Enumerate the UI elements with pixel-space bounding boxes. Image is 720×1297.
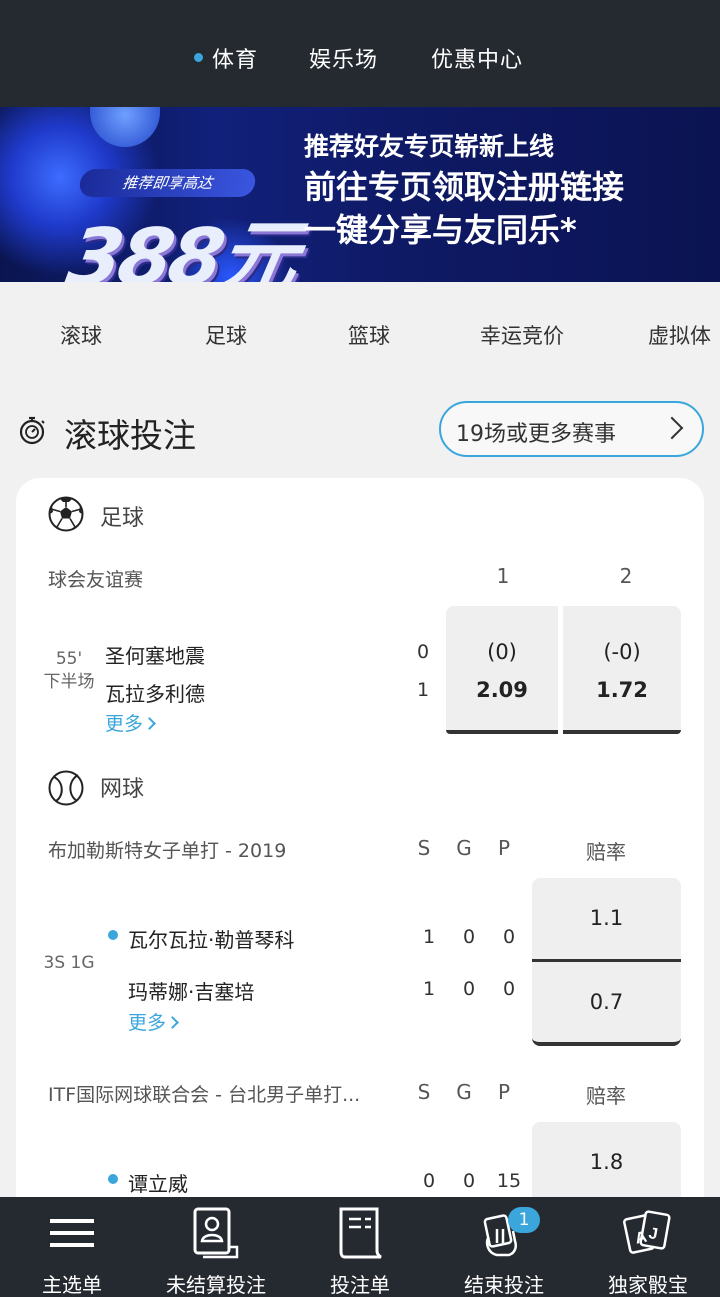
away-team: 瓦拉多利德 <box>105 682 205 706</box>
nav-betslip[interactable]: 投注单 <box>288 1197 432 1297</box>
tab-casino[interactable]: 娱乐场 <box>309 42 378 74</box>
active-dot-icon <box>194 53 203 62</box>
p1-sets: 0 <box>422 1170 436 1192</box>
odds-button-away[interactable]: (-0) 1.72 <box>563 606 681 734</box>
banner-line-1: 推荐好友专页崭新上线 <box>304 132 555 161</box>
tab-sports[interactable]: 体育 <box>194 42 258 74</box>
chevron-right-icon <box>660 416 684 440</box>
betslip-icon <box>339 1207 382 1259</box>
col-games-header: G <box>456 1080 472 1104</box>
nav-main-menu[interactable]: 主选单 <box>0 1197 144 1297</box>
odds-header: 赔率 <box>586 840 626 864</box>
away-score: 1 <box>416 679 430 701</box>
more-link[interactable]: 更多 <box>105 709 156 736</box>
banner-amount: 388元 <box>60 213 302 282</box>
p2-points: 0 <box>502 978 516 1000</box>
sport-tabs: 滚球 足球 篮球 幸运竞价 虚拟体 <box>0 282 720 382</box>
league-name: 球会友谊赛 <box>48 569 144 591</box>
football-icon <box>48 496 84 532</box>
tennis-ball-icon <box>48 770 84 806</box>
league-name: 布加勒斯特女子单打 - 2019 <box>48 840 287 862</box>
p1-points: 15 <box>496 1170 522 1192</box>
live-section-header: 滚球投注 19场或更多赛事 <box>0 395 720 465</box>
odds-button-player-1[interactable]: 1.1 <box>532 878 681 962</box>
football-header: 足球 <box>100 506 145 531</box>
p1-games: 0 <box>462 1170 476 1192</box>
banner-line-2: 前往专页领取注册链接 <box>304 168 625 206</box>
sport-tab-basketball[interactable]: 篮球 <box>348 320 390 350</box>
odds-header: 赔率 <box>586 1084 626 1108</box>
bottom-nav: 主选单 未结算投注 投注单 1 结束投注 A J 独家骰宝 <box>0 1197 720 1297</box>
match-state: 3S 1G <box>43 953 95 973</box>
p2-games: 0 <box>462 978 476 1000</box>
column-2-header: 2 <box>619 564 633 588</box>
more-events-button[interactable]: 19场或更多赛事 <box>439 401 704 457</box>
top-nav: 体育 娱乐场 优惠中心 <box>0 0 720 107</box>
home-score: 0 <box>416 641 430 663</box>
tennis-header: 网球 <box>100 777 145 802</box>
sport-tab-lucky-bid[interactable]: 幸运竞价 <box>480 320 564 350</box>
col-games-header: G <box>456 836 472 860</box>
column-1-header: 1 <box>496 564 510 588</box>
player-1: 瓦尔瓦拉·勒普琴科 <box>128 928 295 952</box>
cashout-count-badge: 1 <box>508 1207 540 1233</box>
col-points-header: P <box>497 836 511 860</box>
nav-cashout[interactable]: 1 结束投注 <box>432 1197 576 1297</box>
player-1: 谭立威 <box>128 1172 188 1196</box>
odds-button-player-2[interactable]: 0.7 <box>532 962 681 1046</box>
sport-tab-live[interactable]: 滚球 <box>60 320 102 350</box>
p1-games: 0 <box>462 926 476 948</box>
menu-icon <box>50 1219 94 1247</box>
p2-sets: 1 <box>422 978 436 1000</box>
sport-tab-football[interactable]: 足球 <box>205 320 247 350</box>
bet-slip-person-icon <box>193 1207 239 1259</box>
banner-pill: 推荐即享高达 <box>78 169 257 197</box>
sport-tab-virtual[interactable]: 虚拟体 <box>648 320 711 350</box>
tab-promotions[interactable]: 优惠中心 <box>431 42 523 74</box>
nav-exclusive-dice[interactable]: A J 独家骰宝 <box>576 1197 720 1297</box>
cards-icon: A J <box>623 1210 671 1254</box>
serving-indicator <box>108 1174 118 1184</box>
live-betting-title: 滚球投注 <box>64 416 196 455</box>
nav-open-bets[interactable]: 未结算投注 <box>144 1197 288 1297</box>
banner-line-3: 一键分享与友同乐* <box>304 211 577 249</box>
col-sets-header: S <box>417 836 431 860</box>
chevron-right-icon <box>166 1016 179 1029</box>
player-2: 玛蒂娜·吉塞培 <box>128 980 255 1004</box>
p1-points: 0 <box>502 926 516 948</box>
home-team: 圣何塞地震 <box>105 644 205 668</box>
col-sets-header: S <box>417 1080 431 1104</box>
live-events-card: 足球 球会友谊赛 1 2 55' 下半场 圣何塞地震 瓦拉多利德 0 1 更多 … <box>16 478 704 1242</box>
serving-indicator <box>108 930 118 940</box>
match-time: 55' 下半场 <box>43 649 95 692</box>
stopwatch-icon <box>19 416 45 445</box>
promo-banner[interactable]: 推荐即享高达 388元 推荐好友专页崭新上线 前往专页领取注册链接 一键分享与友… <box>0 107 720 282</box>
league-name: ITF国际网球联合会 - 台北男子单打... <box>48 1084 361 1106</box>
more-events-label: 19场或更多赛事 <box>456 422 616 447</box>
col-points-header: P <box>497 1080 511 1104</box>
chevron-right-icon <box>143 717 156 730</box>
odds-button-home[interactable]: (0) 2.09 <box>446 606 558 734</box>
more-link[interactable]: 更多 <box>128 1008 179 1035</box>
p1-sets: 1 <box>422 926 436 948</box>
